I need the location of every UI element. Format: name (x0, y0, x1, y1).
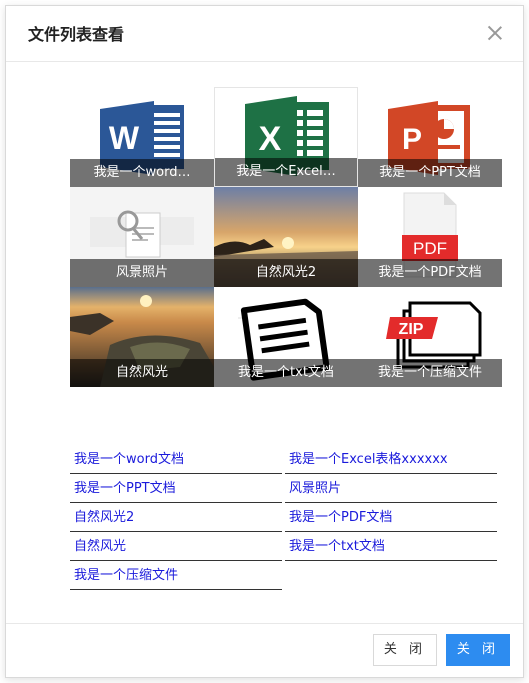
file-link-sunrise-photo[interactable]: 自然风光 (70, 533, 282, 561)
tile-caption: 风景照片 (70, 259, 214, 287)
close-button[interactable]: 关 闭 (373, 634, 437, 666)
tile-caption: 我是一个PDF文档 (358, 259, 502, 287)
tile-caption: 我是一个txt文档 (214, 359, 358, 387)
tile-caption: 我是一个PPT文档 (358, 159, 502, 187)
file-tile-sunset-photo[interactable]: 自然风光2 (214, 187, 358, 287)
file-list-dialog: 文件列表查看 W 我是一个word… X 我是一个Excel… P 我是一个PP… (5, 5, 524, 678)
file-link-ppt[interactable]: 我是一个PPT文档 (70, 475, 282, 503)
file-link-txt[interactable]: 我是一个txt文档 (285, 533, 497, 561)
zip-label: ZIP (399, 321, 424, 338)
svg-text:X: X (259, 120, 282, 158)
confirm-close-button[interactable]: 关 闭 (446, 634, 510, 666)
file-link-excel[interactable]: 我是一个Excel表格xxxxxx (285, 446, 497, 474)
file-thumbnail-grid: W 我是一个word… X 我是一个Excel… P 我是一个PPT文档 风景照… (70, 87, 502, 387)
dialog-footer: 关 闭 关 闭 (6, 623, 523, 677)
tile-caption: 我是一个压缩文件 (358, 359, 502, 387)
svg-text:W: W (109, 120, 140, 156)
svg-text:P: P (402, 123, 422, 156)
tile-caption: 我是一个word… (70, 159, 214, 187)
pdf-label: PDF (413, 239, 447, 258)
file-tile-excel[interactable]: X 我是一个Excel… (214, 87, 358, 187)
file-link-landscape-photo[interactable]: 风景照片 (285, 475, 497, 503)
file-tile-ppt[interactable]: P 我是一个PPT文档 (358, 87, 502, 187)
file-tile-zip[interactable]: ZIP 我是一个压缩文件 (358, 287, 502, 387)
file-link-word[interactable]: 我是一个word文档 (70, 446, 282, 474)
file-link-zip[interactable]: 我是一个压缩文件 (70, 562, 282, 590)
file-tile-landscape-photo[interactable]: 风景照片 (70, 187, 214, 287)
dialog-title: 文件列表查看 (28, 25, 125, 44)
file-tile-pdf[interactable]: PDF 我是一个PDF文档 (358, 187, 502, 287)
file-link-sunset-photo[interactable]: 自然风光2 (70, 504, 282, 532)
tile-caption: 自然风光 (70, 359, 214, 387)
tile-caption: 自然风光2 (214, 259, 358, 287)
file-link-pdf[interactable]: 我是一个PDF文档 (285, 504, 497, 532)
dialog-header: 文件列表查看 (6, 6, 523, 62)
tile-caption: 我是一个Excel… (215, 158, 357, 186)
close-icon[interactable] (485, 23, 505, 43)
file-tile-txt[interactable]: 我是一个txt文档 (214, 287, 358, 387)
file-tile-word[interactable]: W 我是一个word… (70, 87, 214, 187)
file-tile-sunrise-photo[interactable]: 自然风光 (70, 287, 214, 387)
